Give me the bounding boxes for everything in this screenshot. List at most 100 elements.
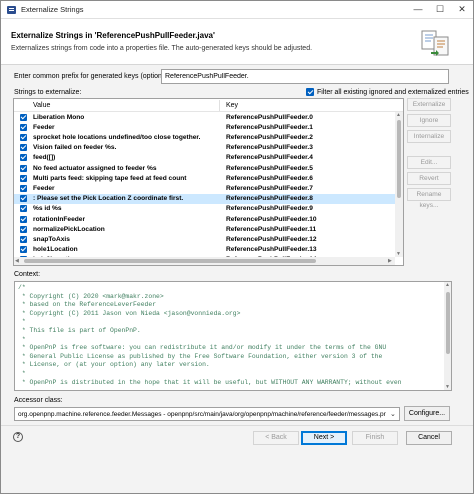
context-preview[interactable]: /* * Copyright (C) 2020 <mark@makr.zone>…: [14, 281, 452, 391]
table-row[interactable]: feed([]) ReferencePushPullFeeder.4: [14, 153, 395, 163]
table-row[interactable]: Liberation Mono ReferencePushPullFeeder.0: [14, 112, 395, 122]
row-value: Multi parts feed: skipping tape feed at …: [33, 174, 187, 182]
row-value: Vision failed on feeder %s.: [33, 144, 117, 152]
page-title: Externalize Strings in 'ReferencePushPul…: [11, 31, 215, 40]
row-value: hole1Location: [33, 246, 78, 254]
column-divider[interactable]: [219, 100, 220, 111]
code-line: * License, or (at your option) any later…: [18, 361, 210, 369]
code-line: *: [18, 335, 26, 343]
accessor-class-select[interactable]: org.openpnp.machine.reference.feeder.Mes…: [14, 407, 400, 421]
row-checkbox[interactable]: [20, 113, 27, 121]
title-bar[interactable]: Externalize Strings — ☐ ✕: [1, 1, 473, 19]
scroll-right-icon[interactable]: ▶: [388, 258, 392, 264]
table-row[interactable]: hole1Location ReferencePushPullFeeder.13: [14, 245, 395, 255]
row-checkbox[interactable]: [20, 225, 27, 233]
row-checkbox[interactable]: [20, 195, 27, 203]
row-value: normalizePickLocation: [33, 225, 105, 233]
row-checkbox[interactable]: [20, 246, 27, 254]
table-row[interactable]: %s id %s ReferencePushPullFeeder.9: [14, 204, 395, 214]
code-line: * Copyright (C) 2011 Jason von Nieda <ja…: [18, 309, 241, 317]
row-key[interactable]: ReferencePushPullFeeder.7: [226, 185, 313, 192]
row-checkbox[interactable]: [20, 154, 27, 162]
column-header-value[interactable]: Value: [33, 102, 50, 109]
scroll-thumb[interactable]: [397, 120, 401, 198]
table-row[interactable]: Feeder ReferencePushPullFeeder.7: [14, 183, 395, 193]
row-checkbox[interactable]: [20, 133, 27, 141]
row-key[interactable]: ReferencePushPullFeeder.13: [226, 246, 317, 253]
code-line: * OpenPnP is distributed in the hope tha…: [18, 378, 402, 386]
externalize-button[interactable]: Externalize: [407, 98, 451, 111]
table-row[interactable]: snapToAxis ReferencePushPullFeeder.12: [14, 234, 395, 244]
row-checkbox[interactable]: [20, 184, 27, 192]
table-vertical-scrollbar[interactable]: ▲ ▼: [395, 112, 403, 257]
scroll-down-icon[interactable]: ▼: [445, 384, 450, 390]
filter-label[interactable]: Filter all existing ignored and external…: [317, 89, 469, 96]
code-line: * Copyright (C) 2020 <mark@makr.zone>: [18, 292, 164, 300]
table-row[interactable]: Multi parts feed: skipping tape feed at …: [14, 173, 395, 183]
code-line: * OpenPnP is free software: you can redi…: [18, 344, 387, 352]
scroll-left-icon[interactable]: ◀: [15, 258, 19, 264]
accessor-class-value: org.openpnp.machine.reference.feeder.Mes…: [18, 411, 386, 418]
row-key[interactable]: ReferencePushPullFeeder.3: [226, 144, 313, 151]
next-button[interactable]: Next >: [301, 431, 347, 445]
row-key[interactable]: ReferencePushPullFeeder.10: [226, 216, 317, 223]
scroll-thumb[interactable]: [446, 292, 450, 354]
column-header-key[interactable]: Key: [226, 102, 238, 109]
row-value: feed([]): [33, 154, 56, 162]
row-key[interactable]: ReferencePushPullFeeder.4: [226, 154, 313, 161]
button-bar: [1, 425, 473, 493]
scroll-up-icon[interactable]: ▲: [445, 282, 450, 288]
row-key[interactable]: ReferencePushPullFeeder.11: [226, 226, 316, 233]
externalize-strings-dialog: Externalize Strings — ☐ ✕ Externalize St…: [0, 0, 474, 494]
table-row[interactable]: : Please set the Pick Location Z coordin…: [14, 193, 395, 204]
minimize-icon[interactable]: —: [407, 1, 429, 19]
revert-button[interactable]: Revert: [407, 172, 451, 185]
scroll-thumb[interactable]: [24, 259, 316, 263]
row-checkbox[interactable]: [20, 205, 27, 213]
scroll-down-icon[interactable]: ▼: [396, 251, 401, 257]
row-key[interactable]: ReferencePushPullFeeder.12: [226, 236, 317, 243]
table-row[interactable]: No feed actuator assigned to feeder %s Re…: [14, 163, 395, 173]
table-row[interactable]: Feeder ReferencePushPullFeeder.1: [14, 122, 395, 132]
back-button[interactable]: < Back: [253, 431, 299, 445]
rename-keys-button[interactable]: Rename keys...: [407, 188, 451, 209]
prefix-input[interactable]: [161, 69, 449, 84]
row-checkbox[interactable]: [20, 123, 27, 131]
row-key[interactable]: ReferencePushPullFeeder.1: [226, 124, 313, 131]
row-value: rotationInFeeder: [33, 215, 86, 223]
table-row[interactable]: rotationInFeeder ReferencePushPullFeeder.…: [14, 214, 395, 224]
configure-button[interactable]: Configure...: [404, 406, 450, 421]
table-row[interactable]: sprocket hole locations undefined/too cl…: [14, 132, 395, 142]
edit-button[interactable]: Edit...: [407, 156, 451, 169]
cancel-button[interactable]: Cancel: [406, 431, 452, 445]
context-label: Context:: [14, 271, 41, 278]
context-vertical-scrollbar[interactable]: ▲ ▼: [444, 282, 451, 390]
row-value: %s id %s: [33, 205, 62, 213]
row-key[interactable]: ReferencePushPullFeeder.8: [226, 195, 313, 202]
row-key[interactable]: ReferencePushPullFeeder.6: [226, 175, 313, 182]
internalize-button[interactable]: Internalize: [407, 130, 451, 143]
filter-checkbox[interactable]: [306, 88, 314, 96]
window-title: Externalize Strings: [21, 5, 84, 14]
scroll-up-icon[interactable]: ▲: [396, 112, 401, 118]
table-row[interactable]: Vision failed on feeder %s. ReferencePush…: [14, 143, 395, 153]
row-checkbox[interactable]: [20, 164, 27, 172]
prefix-label: Enter common prefix for generated keys (…: [14, 73, 172, 80]
row-key[interactable]: ReferencePushPullFeeder.2: [226, 134, 313, 141]
ignore-button[interactable]: Ignore: [407, 114, 451, 127]
close-icon[interactable]: ✕: [451, 1, 473, 19]
table-horizontal-scrollbar[interactable]: ◀ ▶: [14, 257, 395, 265]
chevron-down-icon[interactable]: ⌄: [390, 410, 396, 418]
row-checkbox[interactable]: [20, 144, 27, 152]
finish-button[interactable]: Finish: [352, 431, 398, 445]
table-row[interactable]: normalizePickLocation ReferencePushPullFe…: [14, 224, 395, 234]
help-icon[interactable]: ?: [13, 432, 23, 442]
row-key[interactable]: ReferencePushPullFeeder.9: [226, 205, 313, 212]
row-key[interactable]: ReferencePushPullFeeder.5: [226, 165, 313, 172]
maximize-icon[interactable]: ☐: [429, 1, 451, 19]
row-key[interactable]: ReferencePushPullFeeder.0: [226, 114, 313, 121]
row-checkbox[interactable]: [20, 174, 27, 182]
row-value: sprocket hole locations undefined/too cl…: [33, 133, 201, 141]
row-checkbox[interactable]: [20, 235, 27, 243]
row-checkbox[interactable]: [20, 215, 27, 223]
